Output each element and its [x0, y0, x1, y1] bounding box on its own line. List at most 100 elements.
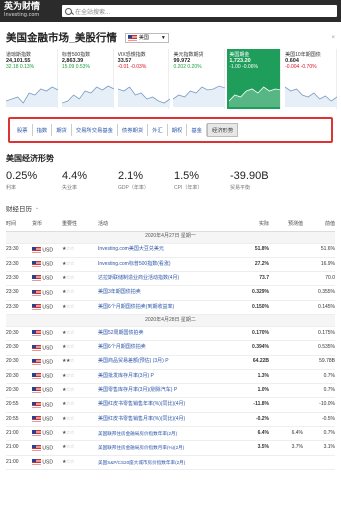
close-icon[interactable]: ×	[331, 35, 335, 41]
search-input[interactable]: 在全站搜索...	[62, 5, 337, 17]
index-tile[interactable]: 美国10年期国债 0.604 -0.004 -0.70%	[283, 49, 338, 109]
table-row[interactable]: 23:30 USD ★☆☆ 达拉斯联储制造业商业活动指数(4月) 73.7 70.0	[6, 271, 335, 287]
country-select[interactable]: 美国 ▼	[124, 32, 169, 43]
importance-stars: ★★☆	[62, 355, 98, 370]
event-name[interactable]: 美国52周期国债拍卖	[98, 326, 235, 342]
site-logo[interactable]: 英为财情 Investing.com	[4, 2, 56, 20]
forecast-value	[269, 285, 303, 301]
day-label: 2020年4月27日 星期一	[6, 231, 335, 244]
event-time: 20:30	[6, 369, 32, 385]
table-row[interactable]: 20:55 USD ★☆☆ 美国红皮书零售销售月率(%)(同比)(4月) -0.2% -…	[6, 412, 335, 428]
economy-stats: 0.25% 利率 4.4% 失业率 2.1% GDP（年率） 1.5% CPI（年率） -39.…	[0, 170, 341, 191]
table-row[interactable]: 21:00 USD ★☆☆ 美国S&P/CS20座大城市房价指数年率(2月)	[6, 455, 335, 470]
star-icon: ★☆☆	[62, 429, 74, 436]
table-row[interactable]: 23:30 USD ★☆☆ Investing.com美国大豆兑美元 51.8% 51.…	[6, 243, 335, 258]
previous-value: 51.6%	[303, 243, 335, 258]
previous-value: 0.7%	[303, 383, 335, 399]
tab-6[interactable]: 期权	[168, 124, 188, 136]
logo-text: 英为财情	[4, 2, 41, 12]
importance-stars: ★☆☆	[62, 397, 98, 413]
tab-0[interactable]: 股票	[13, 124, 33, 136]
event-name[interactable]: 美国联邦住房金融局房价指数年率(2月)	[98, 426, 235, 442]
table-row[interactable]: 20:30 USD ★☆☆ 美国零售库存月率(3月)(剔除汽车) P 1.0% 0.7%	[6, 383, 335, 399]
index-change: 32.18 0.13%	[6, 64, 35, 70]
previous-value: 0.145%	[303, 300, 335, 315]
currency-code: USD	[41, 330, 53, 337]
sparkline-chart	[285, 86, 338, 107]
event-name[interactable]: 美国批发库存月率(3月) P	[98, 369, 235, 385]
forecast-value	[269, 455, 303, 470]
index-tile[interactable]: 道琼斯指数 24,101.55 32.18 0.13%	[4, 49, 58, 109]
event-name[interactable]: Investing.com标普500指数(看涨)	[98, 257, 235, 273]
column-header: 活动	[98, 217, 235, 232]
index-tile[interactable]: 美国期金 1,723.20 -1.00 -0.06%	[227, 49, 282, 109]
event-name[interactable]: 美国零售库存月率(3月)(剔除汽车) P	[98, 383, 235, 399]
us-flag-icon	[32, 416, 41, 422]
top-bar: 英为财情 Investing.com 在全站搜索...	[0, 0, 341, 22]
tab-2[interactable]: 期货	[52, 124, 72, 136]
event-name[interactable]: 美国6个月期国债拍卖	[98, 340, 235, 356]
table-row[interactable]: 20:55 USD ★☆☆ 美国红皮书零售销售年率(%)(同比)(4月) -11.8%…	[6, 397, 335, 413]
stat-label: GDP（年率）	[118, 185, 149, 191]
table-row[interactable]: 23:30 USD ★☆☆ Investing.com标普500指数(看涨) 27.2…	[6, 257, 335, 273]
event-name[interactable]: 美国红皮书零售销售年率(%)(同比)(4月)	[98, 397, 235, 413]
sparkline-chart	[117, 86, 170, 107]
event-name[interactable]: 美国红皮书零售销售月率(%)(同比)(4月)	[98, 412, 235, 428]
calendar-body: 2020年4月27日 星期一 23:30 USD ★☆☆ Investing.com美…	[6, 231, 335, 470]
table-row[interactable]: 23:30 USD ★☆☆ 美国6个月期国债拍卖(到期收益率) 0.150% 0.145…	[6, 300, 335, 315]
importance-stars: ★☆☆	[62, 243, 98, 258]
event-name[interactable]: 美国6个月期国债拍卖(到期收益率)	[98, 300, 235, 315]
tab-4[interactable]: 债券期货	[118, 124, 149, 136]
index-change: -0.004 -0.70%	[285, 64, 317, 70]
event-currency: USD	[32, 340, 62, 356]
sparkline-chart	[61, 85, 114, 107]
tab-1[interactable]: 指数	[33, 124, 53, 136]
forecast-value	[269, 257, 303, 273]
event-name[interactable]: 美国联邦住房金融局房价指数月率(%)(2月)	[98, 440, 235, 456]
tab-3[interactable]: 交易所交易基金	[72, 124, 118, 136]
actual-value: 0.394%	[235, 340, 269, 356]
column-header: 预测值	[269, 217, 303, 232]
index-tile[interactable]: VIX恐慌指数 33.57 -0.01 -0.03%	[116, 49, 170, 109]
chevron-down-icon[interactable]: ⌄	[35, 205, 39, 211]
index-tile[interactable]: 美元指数期货 99.972 0.202 0.20%	[171, 49, 226, 109]
index-tiles: 道琼斯指数 24,101.55 32.18 0.13% 标普500指数 2,863.39…	[0, 49, 341, 109]
star-icon: ★☆☆	[62, 289, 74, 296]
event-time: 23:30	[6, 285, 32, 301]
previous-value: 70.0	[303, 271, 335, 287]
sparkline-chart	[6, 86, 58, 107]
sparkline-area	[173, 86, 226, 107]
actual-value: 1.0%	[235, 383, 269, 399]
stat-label: 利率	[6, 185, 17, 191]
table-row[interactable]: 20:30 USD ★☆☆ 美国52周期国债拍卖 0.170% 0.175%	[6, 326, 335, 342]
tab-7[interactable]: 基金	[187, 124, 207, 136]
tab-8[interactable]: 经济形势	[206, 123, 239, 137]
currency-code: USD	[41, 247, 53, 254]
importance-stars: ★☆☆	[62, 383, 98, 399]
actual-value: 27.2%	[235, 257, 269, 273]
event-name[interactable]: 美国S&P/CS20座大城市房价指数年率(2月)	[98, 455, 235, 470]
event-name[interactable]: Investing.com美国大豆兑美元	[98, 243, 235, 258]
event-name[interactable]: 美国3年期国债拍卖	[98, 285, 235, 301]
event-name[interactable]: 达拉斯联储制造业商业活动指数(4月)	[98, 271, 235, 287]
tab-5[interactable]: 外汇	[148, 124, 168, 136]
table-row[interactable]: 23:30 USD ★☆☆ 美国3年期国债拍卖 0.329% 0.355%	[6, 285, 335, 301]
forecast-value	[269, 300, 303, 315]
table-row[interactable]: 21:00 USD ★☆☆ 美国联邦住房金融局房价指数月率(%)(2月) 3.5% 3.…	[6, 440, 335, 456]
actual-value: -0.2%	[235, 412, 269, 428]
star-icon: ★☆☆	[62, 303, 74, 310]
event-name[interactable]: 美国商品贸易差额(预估) (3月) P	[98, 355, 235, 370]
event-currency: USD	[32, 397, 62, 413]
table-row[interactable]: 20:30 USD ★☆☆ 美国批发库存月率(3月) P 1.3% 0.7%	[6, 369, 335, 385]
table-row[interactable]: 20:30 USD ★☆☆ 美国6个月期国债拍卖 0.394% 0.535%	[6, 340, 335, 356]
currency-code: USD	[41, 289, 53, 296]
economy-stat: 2.1% GDP（年率）	[118, 170, 174, 191]
previous-value: 0.175%	[303, 326, 335, 342]
us-flag-icon	[32, 387, 41, 394]
page-title: 美国金融市场_美股行情	[6, 32, 117, 44]
table-row[interactable]: 20:30 USD ★★☆ 美国商品贸易差额(预估) (3月) P 64.22B 59.…	[6, 355, 335, 370]
previous-value: -10.0%	[303, 397, 335, 413]
currency-code: USD	[41, 373, 53, 380]
index-tile[interactable]: 标普500指数 2,863.39 15.09 0.53%	[60, 49, 114, 109]
table-row[interactable]: 21:00 USD ★☆☆ 美国联邦住房金融局房价指数年率(2月) 6.4% 6.4% 0…	[6, 426, 335, 442]
